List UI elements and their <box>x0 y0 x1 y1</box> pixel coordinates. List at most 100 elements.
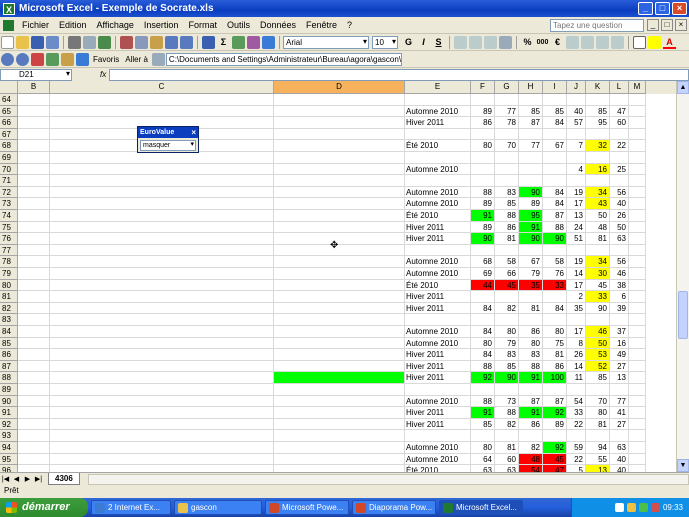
cell-d96[interactable] <box>274 465 405 472</box>
cell-l93[interactable] <box>610 430 629 442</box>
borders-icon[interactable] <box>633 35 646 49</box>
function-icon[interactable]: fx <box>100 70 106 79</box>
cell-l88[interactable]: 13 <box>610 372 629 384</box>
italic-button[interactable]: I <box>417 36 430 49</box>
cell-g71[interactable] <box>495 175 519 187</box>
cell-i88[interactable]: 100 <box>543 372 567 384</box>
cell-m84[interactable] <box>629 326 646 338</box>
cell-d84[interactable] <box>274 326 405 338</box>
cell-j92[interactable]: 22 <box>567 418 586 431</box>
cell-g89[interactable] <box>495 384 519 396</box>
cell-h80[interactable]: 35 <box>519 279 543 292</box>
cell-k76[interactable]: 81 <box>586 233 610 245</box>
cell-b79[interactable] <box>18 268 50 280</box>
cell-f89[interactable] <box>471 384 495 396</box>
menu-help[interactable]: ? <box>342 20 357 30</box>
row-header[interactable]: 88 <box>0 372 18 384</box>
cell-d77[interactable] <box>274 244 405 257</box>
cell-c83[interactable] <box>50 314 274 326</box>
sort-ascending-icon[interactable] <box>232 35 245 49</box>
cell-k80[interactable]: 45 <box>586 279 610 292</box>
cell-h89[interactable] <box>519 384 543 396</box>
cell-f88[interactable]: 92 <box>471 372 495 384</box>
last-sheet-icon[interactable]: ▶| <box>33 475 44 483</box>
cell-k70[interactable]: 16 <box>586 163 610 176</box>
cell-c69[interactable] <box>50 152 274 164</box>
cell-l76[interactable]: 63 <box>610 233 629 245</box>
cell-i84[interactable]: 80 <box>543 326 567 338</box>
excel-app-icon[interactable]: X <box>3 2 15 15</box>
cell-j67[interactable] <box>567 128 586 141</box>
cell-c95[interactable] <box>50 453 274 466</box>
cell-b94[interactable] <box>18 442 50 454</box>
cell-i92[interactable]: 89 <box>543 418 567 431</box>
column-header-h[interactable]: H <box>519 81 543 94</box>
cell-h73[interactable]: 89 <box>519 198 543 210</box>
cell-h94[interactable]: 82 <box>519 442 543 454</box>
cell-e64[interactable] <box>405 94 471 106</box>
cell-i96[interactable]: 47 <box>543 465 567 472</box>
cell-k81[interactable]: 33 <box>586 291 610 303</box>
cell-f71[interactable] <box>471 175 495 187</box>
cell-b84[interactable] <box>18 326 50 338</box>
cell-h79[interactable]: 79 <box>519 268 543 280</box>
cell-f84[interactable]: 84 <box>471 326 495 338</box>
cell-b80[interactable] <box>18 279 50 292</box>
decrease-decimal-icon[interactable] <box>581 35 594 49</box>
menu-outils[interactable]: Outils <box>222 20 255 30</box>
forward-icon[interactable] <box>16 52 29 66</box>
cell-k71[interactable] <box>586 175 610 187</box>
cell-j85[interactable]: 8 <box>567 337 586 350</box>
row-header[interactable]: 90 <box>0 395 18 408</box>
cell-c84[interactable] <box>50 326 274 338</box>
cell-c74[interactable] <box>50 210 274 222</box>
cell-g66[interactable]: 78 <box>495 117 519 129</box>
cell-f83[interactable] <box>471 314 495 326</box>
cell-e84[interactable]: Automne 2010 <box>405 326 471 338</box>
row-header[interactable]: 67 <box>0 128 18 141</box>
cell-b72[interactable] <box>18 186 50 199</box>
cell-l96[interactable]: 40 <box>610 465 629 472</box>
cell-m65[interactable] <box>629 105 646 118</box>
row-header[interactable]: 84 <box>0 326 18 338</box>
row-header[interactable]: 72 <box>0 186 18 199</box>
cell-c88[interactable] <box>50 372 274 384</box>
cell-g81[interactable] <box>495 291 519 303</box>
cell-h88[interactable]: 91 <box>519 372 543 384</box>
row-header[interactable]: 95 <box>0 453 18 466</box>
search-web-icon[interactable] <box>76 52 89 66</box>
first-sheet-icon[interactable]: |◀ <box>0 475 11 483</box>
row-header[interactable]: 79 <box>0 268 18 280</box>
cell-c76[interactable] <box>50 233 274 245</box>
cell-g92[interactable]: 82 <box>495 418 519 431</box>
cell-j78[interactable]: 19 <box>567 256 586 268</box>
cell-l75[interactable]: 50 <box>610 221 629 234</box>
autosum-icon[interactable]: Σ <box>217 36 230 49</box>
cell-e75[interactable]: Hiver 2011 <box>405 221 471 234</box>
cell-c75[interactable] <box>50 221 274 234</box>
increase-indent-icon[interactable] <box>611 35 624 49</box>
cell-e68[interactable]: Été 2010 <box>405 140 471 152</box>
cell-f70[interactable] <box>471 163 495 176</box>
cell-d79[interactable] <box>274 268 405 280</box>
cell-m71[interactable] <box>629 175 646 187</box>
horizontal-scrollbar[interactable] <box>87 473 689 485</box>
cell-f87[interactable]: 88 <box>471 360 495 373</box>
cell-f80[interactable]: 44 <box>471 279 495 292</box>
spreadsheet-grid[interactable]: BCDEFGHIJKLM 64 65 Automne 2010 89 77 85 85 40 8… <box>0 81 689 472</box>
cell-j90[interactable]: 54 <box>567 395 586 408</box>
cell-b87[interactable] <box>18 360 50 373</box>
undo-icon[interactable] <box>165 35 178 49</box>
stop-icon[interactable] <box>31 52 44 66</box>
cell-m80[interactable] <box>629 279 646 292</box>
taskbar-item[interactable]: Microsoft Powe... <box>265 500 349 515</box>
address-input[interactable]: C:\Documents and Settings\Administrateur… <box>165 52 402 66</box>
cell-g96[interactable]: 63 <box>495 465 519 472</box>
cell-d70[interactable] <box>274 163 405 176</box>
cell-l65[interactable]: 47 <box>610 105 629 118</box>
cell-e88[interactable]: Hiver 2011 <box>405 372 471 384</box>
cell-g91[interactable]: 88 <box>495 407 519 419</box>
cell-d74[interactable] <box>274 210 405 222</box>
cell-c72[interactable] <box>50 186 274 199</box>
cell-m85[interactable] <box>629 337 646 350</box>
